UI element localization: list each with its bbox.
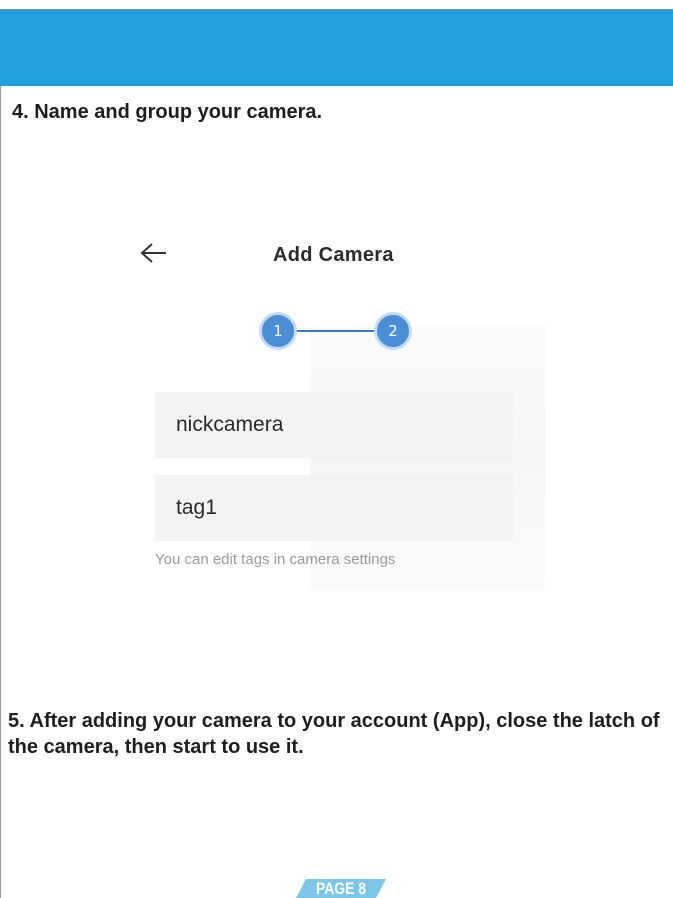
page-top-rule xyxy=(0,0,673,10)
left-margin-rule xyxy=(0,86,1,898)
arrow-left-icon[interactable] xyxy=(140,242,168,264)
camera-name-field[interactable]: nickcamera xyxy=(155,392,513,458)
camera-tag-field[interactable]: tag1 xyxy=(155,475,513,541)
tag-hint-text: You can edit tags in camera settings xyxy=(155,551,396,568)
page-number-label: PAGE 8 xyxy=(315,879,367,898)
stepper-step-2: 2 xyxy=(374,312,412,350)
app-screenshot: Add Camera 1 2 nickcamera tag1 You can e… xyxy=(130,220,550,600)
step-5-heading: 5. After adding your camera to your acco… xyxy=(8,710,660,758)
add-camera-title: Add Camera xyxy=(273,244,394,266)
page-number-badge: PAGE 8 xyxy=(296,879,386,898)
header-band xyxy=(0,10,673,86)
step-4-heading: 4. Name and group your camera. xyxy=(12,101,323,123)
stepper-step-1: 1 xyxy=(259,312,297,350)
